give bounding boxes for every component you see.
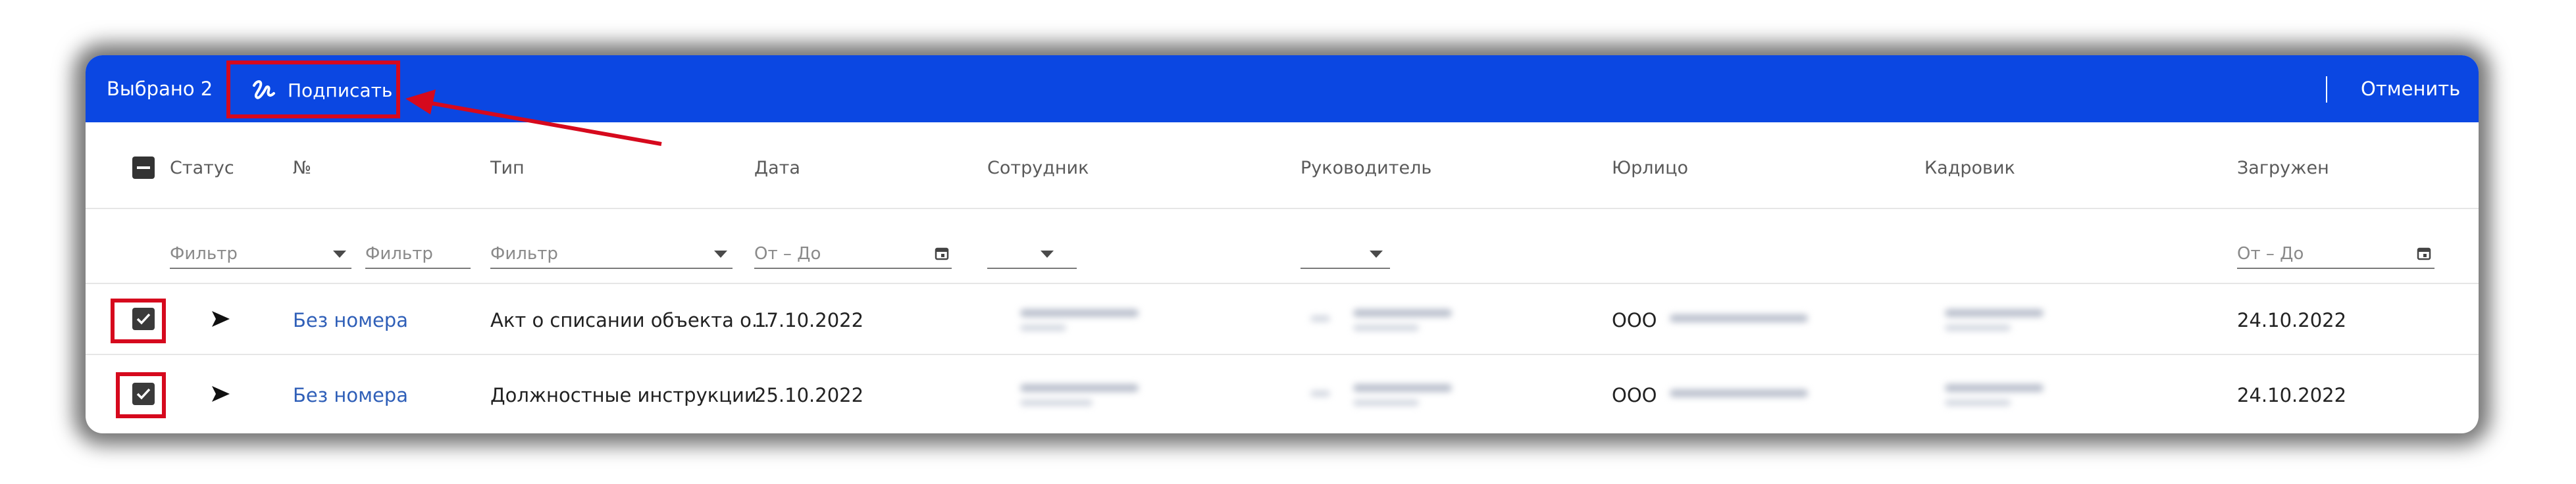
hr-redacted: [1935, 296, 2093, 347]
column-header-date[interactable]: Дата: [754, 158, 800, 178]
column-header-manager[interactable]: Руководитель: [1301, 158, 1431, 178]
employee-filter-dropdown-icon[interactable]: [1041, 251, 1054, 258]
number-filter[interactable]: Фильтр: [365, 244, 433, 264]
type-filter[interactable]: Фильтр: [490, 244, 558, 264]
selection-toolbar: Выбрано 2 Подписать Отменить: [86, 55, 2479, 122]
cancel-button[interactable]: Отменить: [2361, 80, 2460, 99]
date-filter[interactable]: От – До: [754, 244, 821, 264]
sign-button-highlight: [226, 60, 400, 118]
manager-redacted: [1301, 296, 1498, 347]
uploaded-filter[interactable]: От – До: [2237, 244, 2304, 264]
row-1-checkbox-highlight: [111, 299, 166, 343]
row-2-checkbox-highlight: [116, 372, 166, 418]
document-type: Акт о списании объекта о...: [490, 309, 770, 331]
status-filter[interactable]: Фильтр: [170, 244, 238, 264]
calendar-icon[interactable]: [935, 246, 949, 260]
column-header-hr[interactable]: Кадровик: [1924, 158, 2015, 178]
legal-entity-redacted: [1660, 377, 1824, 410]
type-filter-dropdown-icon[interactable]: [714, 251, 727, 258]
header-divider: [86, 208, 2479, 209]
send-arrow-icon: [212, 311, 230, 327]
date-filter-underline: [754, 268, 952, 269]
column-header-type[interactable]: Тип: [490, 158, 525, 178]
column-header-uploaded[interactable]: Загружен: [2237, 158, 2329, 178]
number-filter-underline: [365, 268, 471, 269]
column-header-legal-entity[interactable]: Юрлицо: [1612, 158, 1688, 178]
status-filter-underline: [170, 268, 351, 269]
document-number-link[interactable]: Без номера: [293, 384, 408, 406]
column-header-number[interactable]: №: [293, 158, 311, 178]
employee-filter-underline: [987, 268, 1077, 269]
send-arrow-icon: [212, 386, 230, 402]
calendar-icon[interactable]: [2417, 246, 2431, 260]
document-date: 17.10.2022: [754, 309, 864, 331]
row-divider: [86, 354, 2479, 355]
employee-redacted: [1007, 296, 1165, 347]
type-filter-underline: [490, 268, 733, 269]
filter-divider: [86, 283, 2479, 284]
legal-entity: ООО: [1612, 384, 1657, 406]
document-type: Должностные инструкции: [490, 384, 757, 406]
column-header-employee[interactable]: Сотрудник: [987, 158, 1089, 178]
column-header-status[interactable]: Статус: [170, 158, 234, 178]
employee-redacted: [1007, 371, 1165, 422]
document-number-link[interactable]: Без номера: [293, 309, 408, 331]
status-filter-dropdown-icon[interactable]: [333, 251, 346, 258]
documents-table-card: Выбрано 2 Подписать Отменить Статус № Ти…: [86, 55, 2479, 433]
uploaded-date: 24.10.2022: [2237, 384, 2347, 406]
hr-redacted: [1935, 371, 2093, 422]
manager-redacted: [1301, 371, 1498, 422]
legal-entity: ООО: [1612, 309, 1657, 331]
document-date: 25.10.2022: [754, 384, 864, 406]
toolbar-divider: [2326, 76, 2327, 103]
manager-filter-underline: [1301, 268, 1390, 269]
manager-filter-dropdown-icon[interactable]: [1370, 251, 1383, 258]
selected-count: Выбрано 2: [107, 78, 213, 100]
legal-entity-redacted: [1660, 302, 1824, 335]
uploaded-date: 24.10.2022: [2237, 309, 2347, 331]
select-all-checkbox[interactable]: [132, 157, 155, 179]
uploaded-filter-underline: [2237, 268, 2434, 269]
